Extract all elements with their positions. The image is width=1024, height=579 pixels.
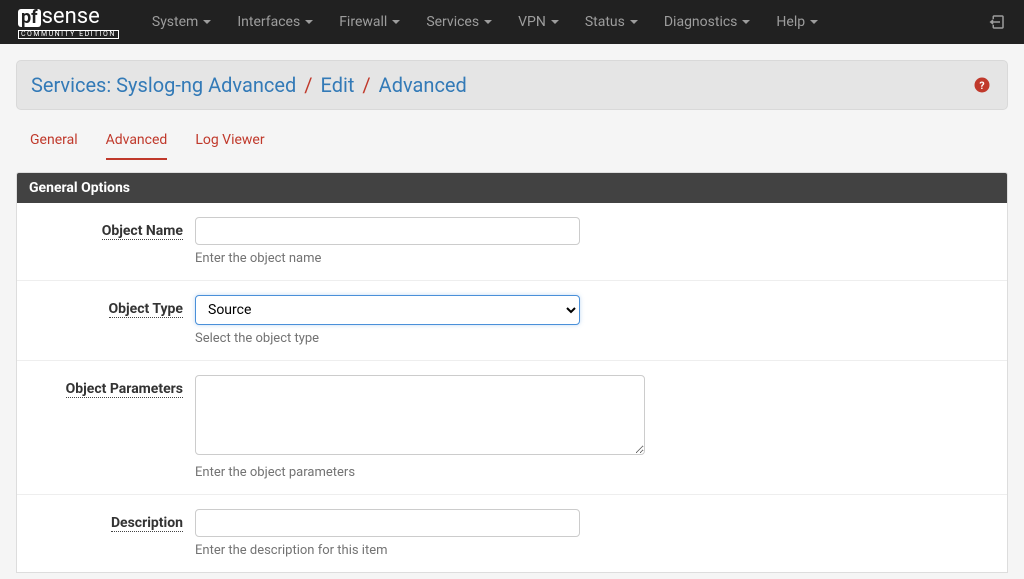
top-navbar: pfsense COMMUNITY EDITION System Interfa… (0, 0, 1024, 44)
row-object-type: Object Type Source Select the object typ… (17, 280, 1007, 360)
chevron-down-icon (630, 20, 638, 24)
label-object-parameters: Object Parameters (17, 375, 195, 480)
breadcrumb-sep: / (362, 73, 370, 97)
breadcrumb-edit[interactable]: Edit (321, 73, 355, 97)
breadcrumb: Services: Syslog-ng Advanced / Edit / Ad… (31, 73, 467, 97)
nav-item-diagnostics[interactable]: Diagnostics (653, 8, 762, 36)
chevron-down-icon (203, 20, 211, 24)
tab-advanced[interactable]: Advanced (106, 132, 168, 160)
row-description: Description Enter the description for th… (17, 494, 1007, 572)
brand-subtitle: COMMUNITY EDITION (18, 30, 119, 39)
svg-text:?: ? (979, 79, 984, 92)
label-object-name: Object Name (17, 217, 195, 266)
tab-log-viewer[interactable]: Log Viewer (195, 132, 264, 160)
page-title-bar: Services: Syslog-ng Advanced / Edit / Ad… (16, 60, 1008, 110)
object-name-input[interactable] (195, 217, 580, 245)
chevron-down-icon (810, 20, 818, 24)
nav-item-vpn[interactable]: VPN (507, 8, 570, 36)
chevron-down-icon (305, 20, 313, 24)
breadcrumb-root[interactable]: Services: Syslog-ng Advanced (31, 73, 296, 97)
brand-logo[interactable]: pfsense COMMUNITY EDITION (18, 6, 119, 39)
label-object-type: Object Type (17, 295, 195, 346)
label-description: Description (17, 509, 195, 558)
chevron-down-icon (484, 20, 492, 24)
object-parameters-textarea[interactable] (195, 375, 645, 455)
brand-name: sense (42, 6, 100, 28)
panel-heading: General Options (17, 173, 1007, 203)
help-description: Enter the description for this item (195, 543, 665, 558)
row-object-name: Object Name Enter the object name (17, 203, 1007, 280)
chevron-down-icon (551, 20, 559, 24)
object-type-select[interactable]: Source (195, 295, 580, 325)
general-options-panel: General Options Object Name Enter the ob… (16, 172, 1008, 573)
help-object-parameters: Enter the object parameters (195, 465, 665, 480)
logout-icon[interactable] (988, 13, 1006, 31)
nav-item-services[interactable]: Services (415, 8, 503, 36)
row-object-parameters: Object Parameters Enter the object param… (17, 360, 1007, 494)
help-icon[interactable]: ? (973, 76, 991, 94)
tab-general[interactable]: General (30, 132, 78, 160)
nav-item-firewall[interactable]: Firewall (328, 8, 411, 36)
nav-item-help[interactable]: Help (765, 8, 829, 36)
chevron-down-icon (392, 20, 400, 24)
nav-item-status[interactable]: Status (574, 8, 649, 36)
tab-bar: General Advanced Log Viewer (30, 132, 1008, 160)
help-object-name: Enter the object name (195, 251, 665, 266)
help-object-type: Select the object type (195, 331, 665, 346)
nav-item-interfaces[interactable]: Interfaces (226, 8, 324, 36)
breadcrumb-sep: / (304, 73, 312, 97)
breadcrumb-advanced[interactable]: Advanced (379, 73, 467, 97)
brand-prefix: pf (18, 9, 41, 27)
nav-links: System Interfaces Firewall Services VPN … (141, 8, 988, 36)
chevron-down-icon (742, 20, 750, 24)
description-input[interactable] (195, 509, 580, 537)
nav-item-system[interactable]: System (141, 8, 222, 36)
